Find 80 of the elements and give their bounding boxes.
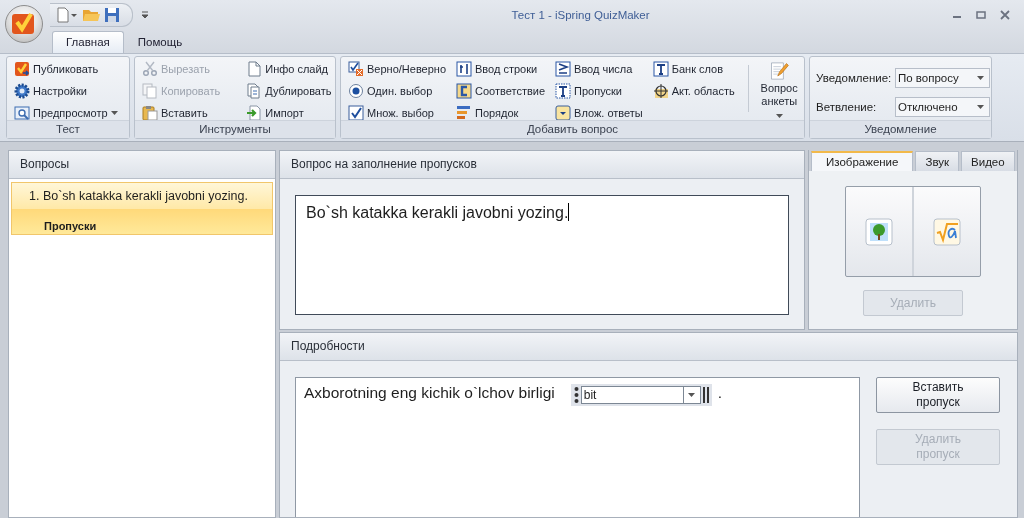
dropdown-caret-icon (977, 104, 984, 109)
caret-icon (775, 114, 783, 118)
formula-icon (933, 217, 961, 246)
checkmark-icon (11, 12, 37, 36)
ribbon-button[interactable]: Настройки (11, 81, 121, 101)
dropdown-icon (555, 105, 572, 121)
ribbon-button[interactable]: Дублировать (243, 81, 335, 101)
panel-header: Вопросы (9, 151, 275, 179)
magnifier-icon (14, 105, 30, 121)
question-type: Пропуски (44, 220, 98, 232)
field-label: Ветвление: (816, 100, 878, 113)
ribbon-button[interactable]: Множ. выбор (345, 103, 450, 123)
group-title: Добавить вопрос (341, 120, 804, 138)
ribbon-tab[interactable]: Помощь (123, 31, 197, 53)
media-tab[interactable]: Звук (915, 151, 960, 171)
text-icon (652, 61, 669, 77)
details-text-field[interactable]: Axborotning eng kichik o`lchov birligi bit . (295, 377, 860, 517)
ribbon-button[interactable]: Верно/Неверно (345, 59, 450, 79)
ribbon-tab[interactable]: Главная (52, 31, 124, 53)
dropdown-caret-icon (688, 393, 696, 397)
list-icon (456, 105, 473, 121)
ribbon-button[interactable]: Банк слов (649, 59, 738, 79)
maximize-icon[interactable] (976, 10, 986, 20)
ribbon-button[interactable]: Импорт (243, 103, 335, 123)
sentence-text: . (717, 384, 723, 402)
ribbon-button[interactable]: Публиковать (11, 59, 121, 79)
tree-icon (865, 217, 893, 246)
panel-header: Подробности (280, 333, 1017, 361)
new-document-icon[interactable] (56, 7, 78, 23)
page-icon (246, 61, 263, 77)
close-icon[interactable] (1000, 10, 1010, 20)
blank-action-button[interactable]: Вставить пропуск (876, 377, 1000, 413)
group-title: Тест (7, 120, 129, 138)
ribbon-button[interactable]: Порядок (453, 103, 549, 123)
dropdown-field[interactable]: Отключено (895, 96, 990, 117)
panel-header: Вопрос на заполнение пропусков (280, 151, 804, 179)
greater-equal-icon (555, 61, 572, 77)
gear-icon (14, 83, 30, 99)
caret-icon (110, 111, 118, 115)
clipboard-icon (142, 105, 158, 121)
customize-caret-icon[interactable] (141, 11, 149, 19)
ribbon-button[interactable]: Ввод строки (453, 59, 549, 79)
question-title: 1. Bo`sh katakka kerakli javobni yozing. (29, 189, 249, 203)
ribbon-button[interactable]: Ввод числа (552, 59, 646, 79)
copy-icon (142, 83, 158, 99)
scissors-icon (142, 61, 158, 77)
sentence-text: Axborotning eng kichik o`lchov birligi (304, 384, 555, 402)
ribbon-button[interactable]: Влож. ответы (552, 103, 646, 123)
window-title: Тест 1 - iSpring QuizMaker (510, 9, 651, 21)
resize-handle-icon[interactable] (702, 386, 709, 404)
radio-icon (348, 83, 364, 99)
ribbon-button[interactable]: Акт. область (649, 81, 738, 101)
question-list-item[interactable]: 1. Bo`sh katakka kerakli javobni yozing. Пропуски (11, 182, 273, 235)
group-title: Инструменты (135, 120, 335, 138)
question-text-field[interactable]: Bo`sh katakka kerakli javobni yozing. (295, 195, 789, 315)
ribbon-button[interactable]: Соответствие (453, 81, 549, 101)
app-logo-button[interactable] (5, 5, 43, 43)
media-tab[interactable]: Изображение (811, 151, 914, 171)
group-title: Уведомление (810, 120, 991, 138)
media-tab[interactable]: Видео (961, 151, 1015, 171)
dropdown-caret-icon (977, 76, 984, 81)
crosshair-icon (652, 83, 669, 99)
document-icon (246, 83, 263, 99)
publish-icon (14, 61, 30, 77)
arrow-icon (246, 105, 263, 121)
dropdown-field[interactable]: По вопросу (895, 68, 990, 89)
blank-control[interactable]: bit (570, 384, 712, 406)
text-cursor (568, 203, 570, 221)
checkbox-icon (348, 61, 364, 77)
ribbon-button[interactable]: Инфо слайд (243, 59, 335, 79)
field-label: Уведомление: (816, 72, 893, 85)
text-cursor-icon (456, 61, 473, 77)
match-icon (456, 83, 473, 99)
text-icon (555, 83, 572, 99)
drag-handle-icon[interactable] (573, 386, 579, 404)
ribbon-button[interactable]: Пропуски (552, 81, 646, 101)
checkbox-icon (348, 105, 364, 121)
ribbon-button[interactable]: Один. выбор (345, 81, 450, 101)
answer-dropdown[interactable]: bit (580, 386, 701, 404)
ribbon-button[interactable]: Предпросмотр (11, 103, 121, 123)
